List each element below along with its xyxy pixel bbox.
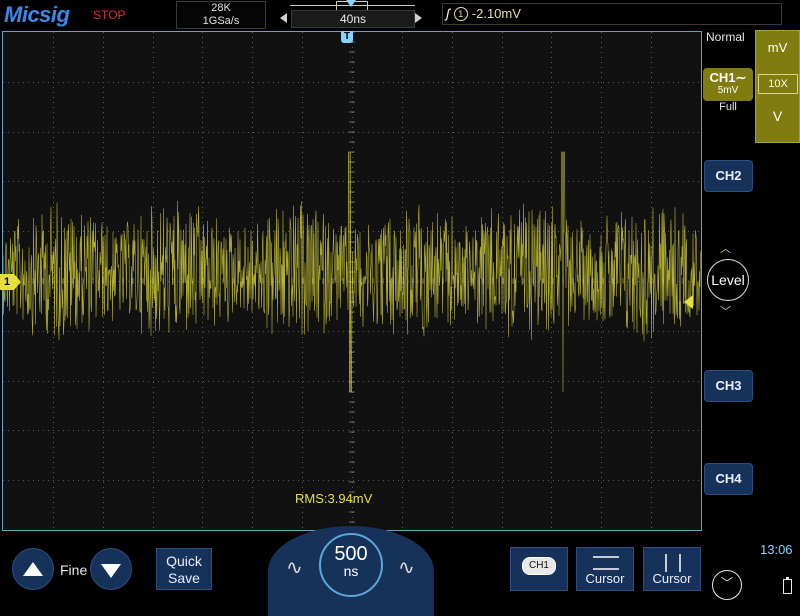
channel-select-button[interactable]: CH1: [510, 547, 568, 591]
quick-save-label-2: Save: [168, 570, 200, 586]
ch1-scale: 5mV: [717, 85, 739, 96]
chevron-down-icon[interactable]: ﹀: [720, 303, 731, 319]
trigger-mode[interactable]: Normal: [706, 30, 745, 44]
scale-unit-v[interactable]: V: [755, 108, 800, 124]
battery-icon: [783, 577, 792, 594]
chevron-up-icon[interactable]: ︿: [720, 240, 731, 256]
timebase-knob-unit: ns: [343, 563, 359, 579]
scale-unit-mv[interactable]: mV: [755, 40, 800, 55]
probe-ratio[interactable]: 10X: [758, 74, 798, 94]
ac-coupling-icon: ∼: [735, 70, 747, 85]
ch4-button[interactable]: CH4: [704, 463, 753, 495]
ch1-marker-label: 1: [0, 274, 14, 290]
cursor-v-label: Cursor: [652, 571, 692, 586]
clock: 13:06: [760, 542, 793, 557]
ch1-label: CH1: [709, 70, 736, 85]
ch2-button[interactable]: CH2: [704, 160, 753, 192]
trigger-info-bar[interactable]: ʃ 1 -2.10mV: [442, 3, 782, 25]
acquisition-info[interactable]: 28K 1GSa/s: [176, 1, 266, 29]
rms-measurement: RMS:3.94mV: [295, 491, 373, 506]
timebase-scale[interactable]: 40ns: [291, 10, 415, 28]
timebase-knob[interactable]: 500 ns: [319, 533, 383, 597]
trigger-source-badge: 1: [453, 7, 468, 21]
timebase-knob-value: 500: [334, 543, 368, 565]
horizontal-cursor-button[interactable]: Cursor: [576, 547, 634, 591]
run-stop-status[interactable]: STOP: [93, 8, 125, 22]
menu-chevron-icon[interactable]: ﹀: [712, 570, 742, 600]
vertical-cursor-button[interactable]: Cursor: [643, 547, 701, 591]
quick-save-button[interactable]: Quick Save: [156, 548, 212, 590]
cursor-h-label: Cursor: [585, 571, 625, 586]
trigger-level-value: -2.10mV: [471, 6, 521, 21]
ch1-marker-arrow-icon: [14, 274, 21, 290]
micsig-logo: Micsig: [4, 2, 70, 27]
arrow-down-icon: [101, 564, 121, 578]
ch1-offset-marker[interactable]: 1: [0, 274, 22, 290]
ch1-bandwidth: Full: [719, 101, 737, 113]
timebase-right-arrow-icon[interactable]: [415, 13, 422, 23]
arrow-up-icon: [23, 562, 43, 576]
trigger-level-arrow-icon[interactable]: [684, 295, 693, 309]
waveform-grid[interactable]: [2, 31, 702, 531]
memory-depth: 28K: [211, 2, 231, 14]
fine-label: Fine: [60, 562, 88, 578]
waveform-display: [3, 32, 701, 528]
fine-down-button[interactable]: [90, 548, 132, 590]
timebase-left-arrow-icon[interactable]: [280, 13, 287, 23]
sample-rate: 1GSa/s: [202, 15, 240, 27]
waveform-expand-icon[interactable]: ∿: [398, 555, 415, 580]
ch3-button[interactable]: CH3: [704, 370, 753, 402]
trigger-time-marker[interactable]: T: [341, 31, 353, 43]
trigger-position-icon: [346, 0, 356, 7]
quick-save-label-1: Quick: [166, 553, 202, 569]
waveform-compress-icon[interactable]: ∿: [286, 555, 303, 580]
rising-edge-icon: ʃ: [446, 6, 450, 21]
fine-up-button[interactable]: [12, 548, 54, 590]
trigger-level-knob[interactable]: Level: [707, 259, 749, 301]
ch1-button[interactable]: CH1∼ 5mV: [703, 68, 753, 101]
ch1-stack-icon: CH1: [522, 557, 556, 575]
